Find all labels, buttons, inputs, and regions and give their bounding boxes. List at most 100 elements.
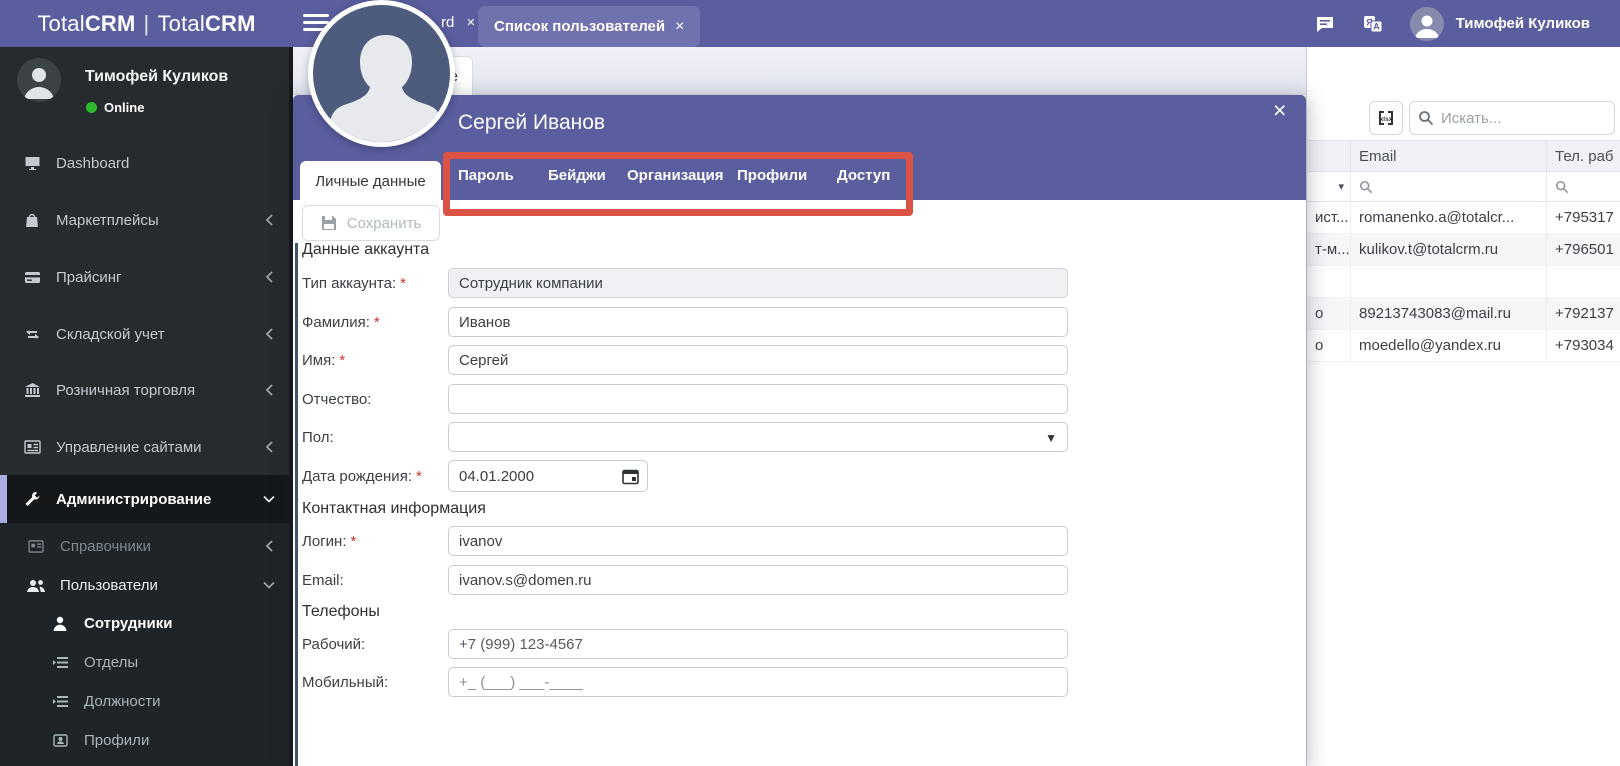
filter-phone[interactable] — [1547, 172, 1620, 201]
users-grid-panel: xlsx Email Тел. раб ▾ ист... romanenko.a… — [1306, 47, 1620, 766]
field-label-firstname: Имя:* — [302, 352, 345, 369]
sidebar-item-label: Отделы — [84, 654, 138, 671]
caret-down-icon[interactable]: ▾ — [1338, 180, 1344, 193]
section-phones: Телефоны — [302, 603, 380, 621]
administration-submenu: Справочники Пользователи Сотрудники Отде… — [0, 523, 289, 766]
work-phone-field[interactable] — [448, 629, 1068, 659]
newspaper-icon — [26, 540, 46, 553]
sidebar-item-label: Маркетплейсы — [56, 212, 159, 229]
tab-badges[interactable]: Бейджи — [548, 167, 606, 184]
sidebar-item-label: Складской учет — [56, 326, 165, 343]
filter-email[interactable] — [1351, 172, 1547, 201]
sidebar-item-users[interactable]: Пользователи — [0, 565, 293, 605]
app-logo: TotalCRM | TotalCRM — [0, 0, 293, 47]
close-icon[interactable]: × — [1273, 97, 1286, 124]
table-row[interactable] — [1307, 266, 1620, 298]
sidebar-item-label: Прайсинг — [56, 269, 121, 286]
close-tab-icon[interactable]: × — [675, 18, 684, 36]
sidebar-item-label: Розничная торговля — [56, 382, 195, 399]
section-contact-info: Контактная информация — [302, 500, 486, 518]
tab-personal-data[interactable]: Личные данные — [300, 161, 441, 201]
indent-list-icon — [50, 656, 70, 669]
login-field[interactable] — [448, 526, 1068, 556]
field-label-lastname: Фамилия:* — [302, 314, 380, 331]
field-label-birthdate: Дата рождения:* — [302, 468, 422, 485]
chevron-left-icon — [265, 384, 275, 396]
field-label-account-type: Тип аккаунта:* — [302, 275, 406, 292]
sidebar-item-retail[interactable]: Розничная торговля — [0, 370, 293, 410]
table-row[interactable]: о moedello@yandex.ru +793034 — [1307, 330, 1620, 362]
sidebar-item-administration[interactable]: Администрирование — [0, 475, 293, 523]
sidebar-user-avatar — [17, 58, 61, 102]
sidebar-item-departments[interactable]: Отделы — [0, 642, 293, 682]
grid-header-email[interactable]: Email — [1351, 141, 1547, 171]
email-field[interactable] — [448, 565, 1068, 595]
tab-profiles[interactable]: Профили — [737, 167, 807, 184]
tab-password[interactable]: Пароль — [458, 167, 514, 184]
sidebar-item-label: Пользователи — [60, 577, 158, 594]
chevron-left-icon — [265, 271, 275, 283]
account-type-field[interactable] — [448, 268, 1068, 298]
mobile-phone-field[interactable] — [448, 667, 1068, 697]
birthdate-input[interactable] — [449, 461, 579, 491]
export-xlsx-button[interactable]: xlsx — [1369, 101, 1403, 135]
online-status-dot — [86, 102, 97, 113]
logo-text: Total — [37, 11, 84, 37]
middlename-field[interactable] — [448, 384, 1068, 414]
tab-dashboard-partial[interactable]: rd × — [441, 14, 475, 31]
indent-list-icon — [50, 695, 70, 708]
employee-edit-modal: Сергей Иванов × Личные данные Пароль Бей… — [293, 95, 1306, 766]
filter-dropdown[interactable]: ▾ — [1307, 172, 1351, 201]
language-switch-icon[interactable]: ЯA — [1362, 13, 1384, 35]
sidebar-item-warehouse[interactable]: Складской учет — [0, 314, 293, 354]
sidebar-item-employees[interactable]: Сотрудники — [0, 603, 293, 643]
cell-email: moedello@yandex.ru — [1351, 330, 1547, 361]
cell-phone: +792137 — [1547, 298, 1620, 329]
section-account-data: Данные аккаунта — [302, 241, 429, 259]
firstname-field[interactable] — [448, 345, 1068, 375]
birthdate-field[interactable] — [448, 460, 648, 492]
cell-email: kulikov.t@totalcrm.ru — [1351, 234, 1547, 265]
save-button[interactable]: Сохранить — [302, 205, 440, 241]
sidebar-item-positions[interactable]: Должности — [0, 681, 293, 721]
sidebar-item-sites[interactable]: Управление сайтами — [0, 427, 293, 467]
cell-email — [1351, 266, 1547, 297]
grid-header-badge[interactable] — [1307, 141, 1351, 171]
bank-icon — [22, 383, 42, 398]
modal-scrollbar[interactable] — [295, 243, 298, 766]
tab-access[interactable]: Доступ — [837, 167, 890, 184]
table-row[interactable]: о 89213743083@mail.ru +792137 — [1307, 298, 1620, 330]
save-button-label: Сохранить — [347, 215, 422, 232]
close-tab-icon[interactable]: × — [467, 14, 476, 31]
sidebar-item-marketplaces[interactable]: Маркетплейсы — [0, 200, 293, 240]
gender-select[interactable]: ▼ — [448, 422, 1068, 452]
table-row[interactable]: ист... romanenko.a@totalcr... +795317 — [1307, 202, 1620, 234]
chevron-down-icon — [263, 494, 275, 504]
chat-icon[interactable] — [1314, 13, 1336, 35]
field-label-mobile-phone: Мобильный: — [302, 674, 392, 691]
sidebar-item-dashboard[interactable]: Dashboard — [0, 143, 293, 183]
tab-user-list[interactable]: Список пользователей × — [478, 6, 700, 47]
sidebar-item-profiles[interactable]: Профили — [0, 720, 293, 760]
field-label-email: Email: — [302, 572, 348, 589]
table-row[interactable]: т-м... kulikov.t@totalcrm.ru +796501 — [1307, 234, 1620, 266]
grid-header-phone[interactable]: Тел. раб — [1547, 141, 1620, 171]
field-label-login: Логин:* — [302, 533, 356, 550]
cell-badge: т-м... — [1307, 234, 1351, 265]
top-bar: TotalCRM | TotalCRM rd × Список пользова… — [0, 0, 1620, 47]
calendar-icon[interactable] — [622, 468, 639, 485]
search-input[interactable] — [1441, 110, 1591, 127]
caret-down-icon: ▼ — [1045, 431, 1057, 445]
sidebar: Тимофей Куликов Online Dashboard Маркетп… — [0, 47, 293, 766]
employee-photo-avatar[interactable] — [308, 0, 455, 147]
grid-filter-row: ▾ — [1307, 172, 1620, 202]
sidebar-item-directories[interactable]: Справочники — [0, 526, 293, 566]
tab-organization[interactable]: Организация — [627, 167, 724, 184]
sidebar-item-label: Профили — [84, 732, 149, 749]
logo-text-bold: CRM — [85, 11, 136, 37]
users-group-icon — [26, 578, 46, 593]
lastname-field[interactable] — [448, 307, 1068, 337]
tab-label: Список пользователей — [494, 18, 665, 35]
sidebar-item-pricing[interactable]: Прайсинг — [0, 257, 293, 297]
current-user-menu[interactable]: Тимофей Куликов — [1410, 7, 1590, 41]
